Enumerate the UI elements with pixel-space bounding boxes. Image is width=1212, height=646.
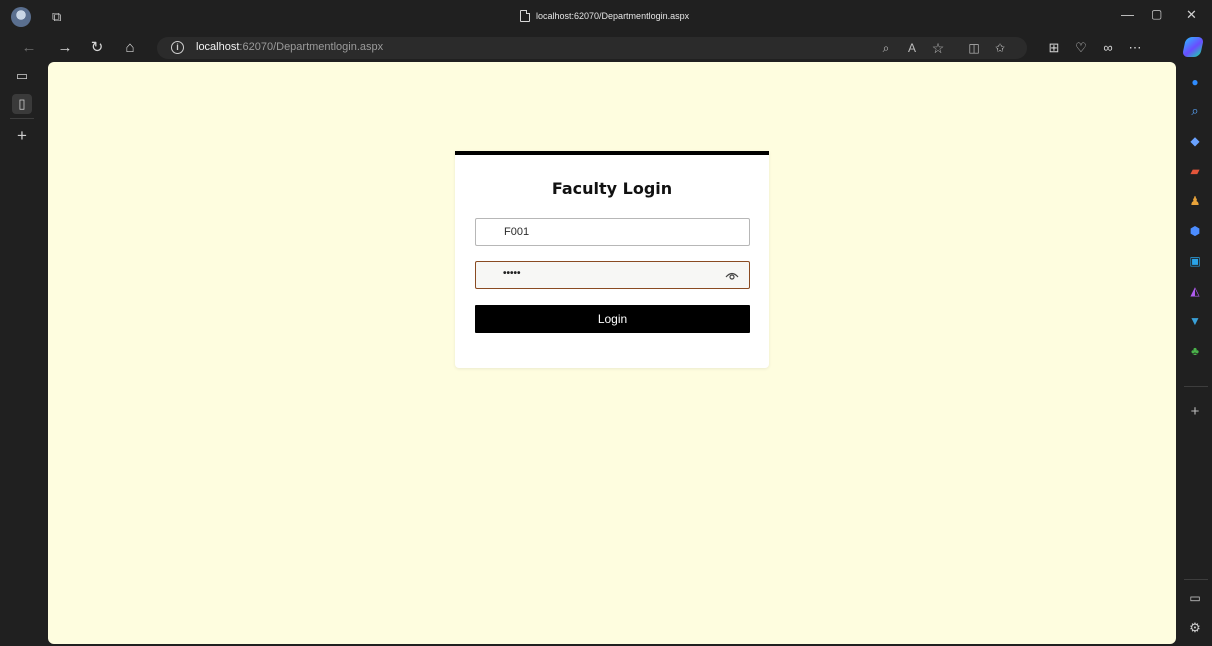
home-icon[interactable]: ⌂ <box>119 38 141 58</box>
collections-icon[interactable]: ⊞ <box>1043 38 1065 58</box>
favorite-star-icon[interactable]: ☆ <box>929 39 947 57</box>
password-field[interactable]: ••••• <box>475 261 750 289</box>
tools-briefcase-icon[interactable]: ▰ <box>1187 163 1203 179</box>
people-icon[interactable]: ♟ <box>1187 193 1203 209</box>
read-aloud-icon[interactable]: ⌕ <box>877 39 895 57</box>
split-screen-icon[interactable]: ◫ <box>965 39 983 57</box>
restore-button[interactable]: ▢ <box>1151 7 1162 21</box>
drop-icon[interactable]: ▼ <box>1187 313 1203 329</box>
sidebar-toggle-icon[interactable]: ▭ <box>1187 590 1203 606</box>
settings-gear-icon[interactable]: ⚙ <box>1187 620 1203 636</box>
password-value: ••••• <box>503 268 521 279</box>
minimize-button[interactable]: — <box>1121 7 1134 22</box>
favorites-icon[interactable]: ✩ <box>991 39 1009 57</box>
profile-avatar[interactable] <box>11 7 31 27</box>
browser-essentials-icon[interactable]: ♡ <box>1070 38 1092 58</box>
m365-icon[interactable]: ⬢ <box>1187 223 1203 239</box>
url-text[interactable]: localhost:62070/Departmentlogin.aspx <box>196 41 383 53</box>
forward-icon[interactable]: → <box>54 38 76 58</box>
refresh-icon[interactable]: ↻ <box>86 38 108 58</box>
copilot-icon[interactable] <box>1181 37 1205 57</box>
back-icon[interactable]: ← <box>18 38 40 58</box>
login-button[interactable]: Login <box>475 305 750 333</box>
tree-icon[interactable]: ♣ <box>1187 343 1203 359</box>
tab-actions-icon[interactable]: ▭ <box>12 66 32 86</box>
username-value: F001 <box>504 226 530 238</box>
new-tab-plus-icon[interactable]: + <box>12 126 32 146</box>
notifications-icon[interactable]: ● <box>1187 74 1203 90</box>
sidebar-divider <box>1184 579 1208 580</box>
address-bar[interactable]: i localhost:62070/Departmentlogin.aspx ⌕… <box>157 37 1027 59</box>
sidebar-divider <box>1184 386 1208 387</box>
more-icon[interactable]: ⋯ <box>1124 38 1146 58</box>
page-icon <box>520 10 530 22</box>
title-bar: ⧉ localhost:62070/Departmentlogin.aspx —… <box>0 0 1212 34</box>
profile-sync-icon[interactable]: ∞ <box>1097 38 1119 58</box>
search-icon[interactable]: ⌕ <box>1187 103 1203 119</box>
designer-icon[interactable]: ◭ <box>1187 283 1203 299</box>
left-sidebar: ▭ ▯ + <box>0 62 44 646</box>
page-title: Faculty Login <box>551 179 673 198</box>
window-title: localhost:62070/Departmentlogin.aspx <box>520 10 689 22</box>
browser-toolbar: ← → ↻ ⌂ i localhost:62070/Departmentlogi… <box>0 34 1212 62</box>
outlook-icon[interactable]: ▣ <box>1187 253 1203 269</box>
page-icon[interactable]: ▯ <box>12 94 32 114</box>
right-sidebar: ● ⌕ ◆ ▰ ♟ ⬢ ▣ ◭ ▼ ♣ + ▭ ⚙ <box>1180 62 1212 646</box>
add-icon[interactable]: + <box>1187 404 1203 420</box>
login-card: Faculty Login F001 ••••• Login <box>455 151 769 368</box>
text-size-icon[interactable]: A <box>903 39 921 57</box>
page-content: Faculty Login F001 ••••• Login <box>48 62 1176 644</box>
tab-actions-icon[interactable]: ⧉ <box>52 9 61 25</box>
shopping-tag-icon[interactable]: ◆ <box>1187 133 1203 149</box>
show-password-eye-icon[interactable] <box>725 270 739 280</box>
close-button[interactable]: ✕ <box>1186 7 1197 23</box>
username-field[interactable]: F001 <box>475 218 750 246</box>
window-title-text: localhost:62070/Departmentlogin.aspx <box>536 11 690 21</box>
sidebar-divider <box>10 118 34 119</box>
site-info-icon[interactable]: i <box>171 41 184 54</box>
